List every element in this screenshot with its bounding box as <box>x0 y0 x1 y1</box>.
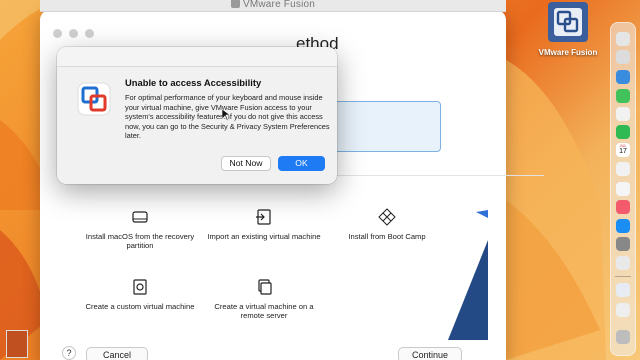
option-install-macos-recovery[interactable]: Install macOS from the recovery partitio… <box>80 208 200 250</box>
reminders-dock-icon[interactable] <box>616 162 630 176</box>
option-install-boot-camp[interactable]: Install from Boot Camp <box>327 208 447 241</box>
facetime-dock-icon[interactable] <box>616 125 630 139</box>
desktop-document-thumbnail[interactable] <box>6 330 28 358</box>
calendar-day: 17 <box>619 148 627 155</box>
desktop-icon-label: VMware Fusion <box>538 48 598 57</box>
calendar-dock-icon[interactable]: JUL 17 <box>616 143 630 157</box>
window-title-text: VMware Fusion <box>242 0 316 10</box>
option-create-custom-vm[interactable]: Create a custom virtual machine <box>80 278 200 311</box>
window-titlebar: VMware Fusion <box>40 0 506 12</box>
chrome-dock-icon[interactable] <box>616 256 630 270</box>
downloads-dock-icon[interactable] <box>616 303 630 317</box>
continue-button[interactable]: Continue <box>398 347 462 360</box>
trash-dock-icon[interactable] <box>616 330 630 344</box>
help-button[interactable]: ? <box>62 346 76 360</box>
option-label: Install macOS from the recovery partitio… <box>85 232 195 250</box>
vmware-fusion-icon <box>77 82 111 116</box>
option-label: Import an existing virtual machine <box>207 232 321 241</box>
option-label: Create a virtual machine on a remote ser… <box>214 302 314 320</box>
window-title: VMware Fusion <box>40 0 506 10</box>
finder-dock-icon[interactable] <box>616 32 630 46</box>
option-label: Create a custom virtual machine <box>85 302 195 311</box>
dock-separator <box>615 276 631 277</box>
vmware-mini-icon <box>230 0 240 8</box>
music-dock-icon[interactable] <box>616 200 630 214</box>
mouse-cursor-icon <box>222 109 230 121</box>
zoom-window-icon[interactable] <box>85 29 94 38</box>
custom-vm-icon <box>133 279 147 295</box>
option-label: Install from Boot Camp <box>348 232 426 241</box>
not-now-button[interactable]: Not Now <box>221 156 271 171</box>
alert-titlebar <box>57 47 337 67</box>
notes-dock-icon[interactable] <box>616 182 630 196</box>
option-import-existing-vm[interactable]: Import an existing virtual machine <box>204 208 324 241</box>
alert-title: Unable to access Accessibility <box>125 77 262 88</box>
disk-icon <box>132 211 148 223</box>
vmware-dock-icon[interactable] <box>616 283 630 297</box>
photos-dock-icon[interactable] <box>616 107 630 121</box>
minimize-window-icon[interactable] <box>69 29 78 38</box>
decorative-stripe <box>448 210 488 340</box>
launchpad-dock-icon[interactable] <box>616 50 630 64</box>
import-icon <box>256 209 271 225</box>
close-window-icon[interactable] <box>53 29 62 38</box>
bootcamp-icon <box>378 208 396 226</box>
accessibility-alert-dialog: Unable to access Accessibility For optim… <box>57 47 337 184</box>
messages-dock-icon[interactable] <box>616 89 630 103</box>
app-store-dock-icon[interactable] <box>616 219 630 233</box>
remote-server-icon <box>258 279 272 295</box>
option-create-remote-vm[interactable]: Create a virtual machine on a remote ser… <box>204 278 324 320</box>
ok-button[interactable]: OK <box>278 156 325 171</box>
window-traffic-lights[interactable] <box>53 29 94 38</box>
system-preferences-dock-icon[interactable] <box>616 237 630 251</box>
cancel-button[interactable]: Cancel <box>86 347 148 360</box>
vmware-desktop-icon[interactable] <box>544 0 592 46</box>
safari-dock-icon[interactable] <box>616 70 630 84</box>
